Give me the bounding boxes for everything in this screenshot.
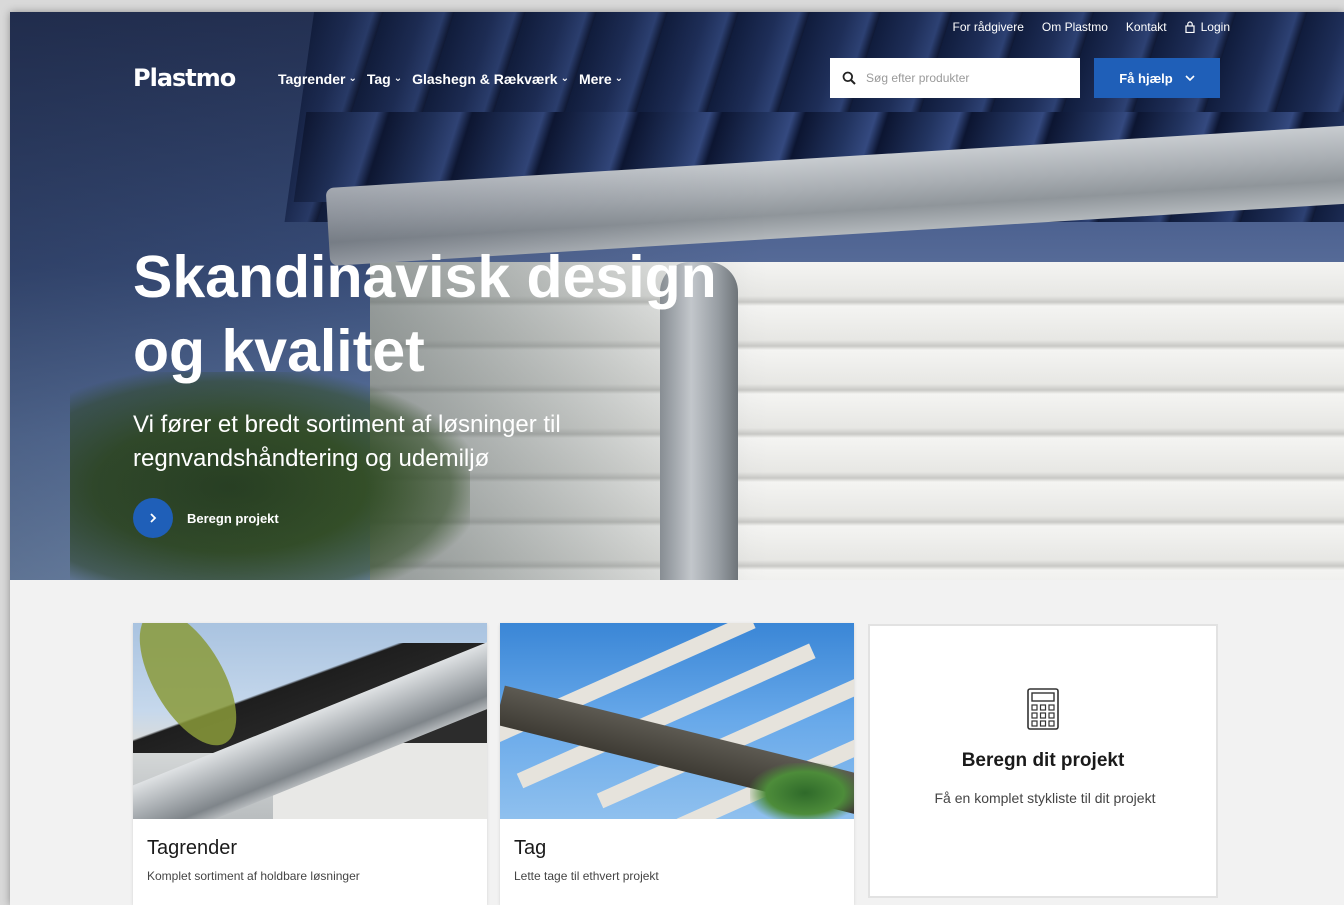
card-image xyxy=(500,623,854,819)
nav-label: Mere xyxy=(578,71,612,87)
chevron-down-icon: ⌄ xyxy=(614,72,624,84)
hero-title-line2: og kvalitet xyxy=(133,318,425,384)
hero-title: Skandinavisk design og kvalitet xyxy=(133,240,833,388)
search-box[interactable] xyxy=(830,58,1080,98)
cta-label: Beregn projekt xyxy=(187,510,279,526)
category-card-tagrender[interactable]: Tagrender Komplet sortiment af holdbare … xyxy=(133,623,487,905)
nav-item-tagrender[interactable]: Tagrender ⌄ xyxy=(278,71,357,87)
card-description: Lette tage til ethvert projekt xyxy=(514,869,659,883)
nav-label: Tagrender xyxy=(278,71,346,87)
search-icon xyxy=(842,71,856,85)
browser-page: For rådgivere Om Plastmo Kontakt Login P… xyxy=(10,12,1344,905)
login-label: Login xyxy=(1200,20,1230,34)
login-link[interactable]: Login xyxy=(1185,20,1230,34)
lock-icon xyxy=(1185,21,1195,33)
nav-item-mere[interactable]: Mere ⌄ xyxy=(579,71,623,87)
hero-banner: For rådgivere Om Plastmo Kontakt Login P… xyxy=(10,12,1344,580)
category-card-tag[interactable]: Tag Lette tage til ethvert projekt xyxy=(500,623,854,905)
arrow-right-icon[interactable] xyxy=(133,498,173,538)
image-plants xyxy=(750,763,854,819)
chevron-down-icon xyxy=(1185,75,1195,81)
card-title: Tagrender xyxy=(147,837,238,859)
help-button-label: Få hjælp xyxy=(1119,70,1173,86)
hero-subtitle: Vi fører et bredt sortiment af løsninger… xyxy=(133,411,561,472)
card-title: Tag xyxy=(514,837,547,859)
search-input[interactable] xyxy=(866,71,1066,85)
nav-item-tag[interactable]: Tag ⌄ xyxy=(367,71,402,87)
card-image xyxy=(133,623,487,819)
calc-card-description: Få en komplet stykliste til dit projekt xyxy=(934,790,1156,806)
util-link-raadgivere[interactable]: For rådgivere xyxy=(953,20,1024,34)
util-link-kontakt[interactable]: Kontakt xyxy=(1126,20,1167,34)
utility-nav: For rådgivere Om Plastmo Kontakt Login xyxy=(953,20,1230,34)
calc-card-title: Beregn dit projekt xyxy=(961,750,1125,771)
calculate-project-card[interactable]: Beregn dit projekt Få en komplet styklis… xyxy=(868,624,1218,898)
calculator-icon xyxy=(1027,688,1059,730)
logo[interactable]: Plastmo xyxy=(133,64,236,92)
nav-label: Glashegn & Rækværk xyxy=(412,71,558,87)
card-description: Komplet sortiment af holdbare løsninger xyxy=(147,869,360,883)
nav-item-glashegn[interactable]: Glashegn & Rækværk ⌄ xyxy=(412,71,569,87)
help-button[interactable]: Få hjælp xyxy=(1094,58,1220,98)
chevron-down-icon: ⌄ xyxy=(393,72,403,84)
util-link-om-plastmo[interactable]: Om Plastmo xyxy=(1042,20,1108,34)
chevron-down-icon: ⌄ xyxy=(560,72,569,84)
chevron-down-icon: ⌄ xyxy=(348,72,357,84)
calculate-project-cta[interactable]: Beregn projekt xyxy=(133,498,279,538)
main-nav: Tagrender ⌄ Tag ⌄ Glashegn & Rækværk ⌄ M… xyxy=(278,71,623,87)
hero-title-line1: Skandinavisk design xyxy=(133,244,717,310)
nav-label: Tag xyxy=(366,71,391,87)
